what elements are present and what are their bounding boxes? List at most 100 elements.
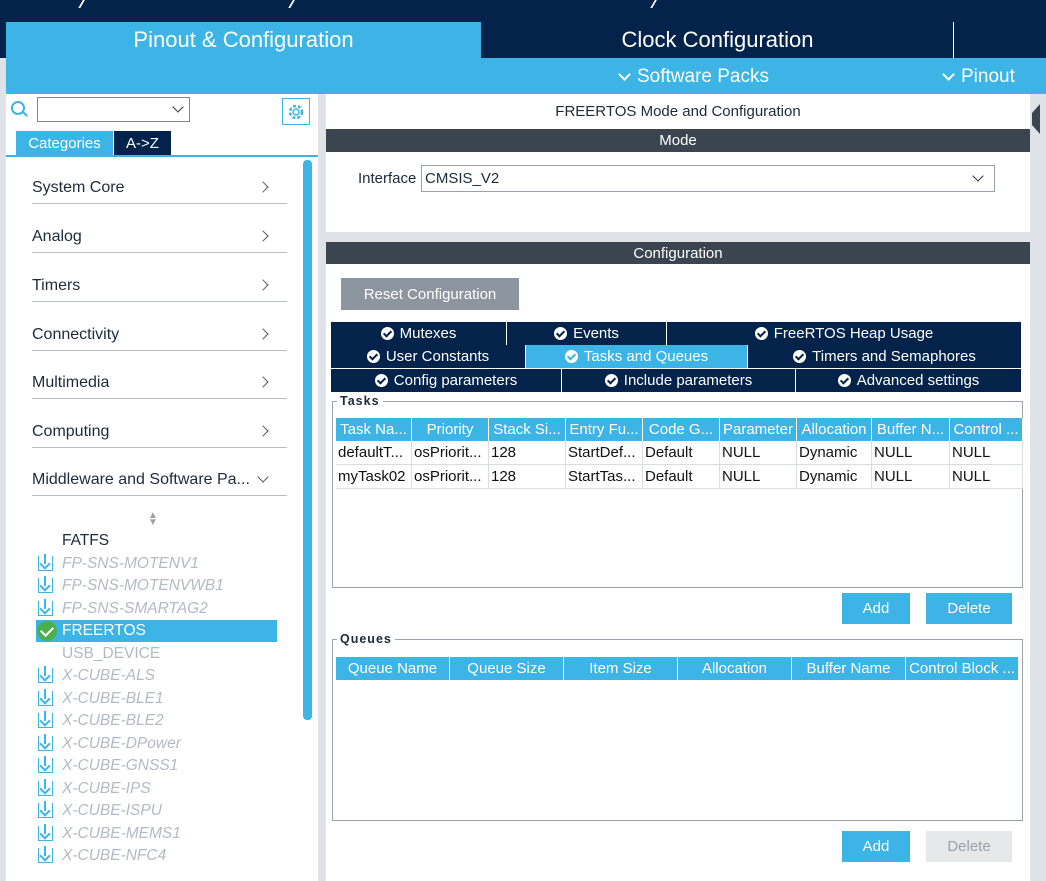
tab-freertos-heap-usage[interactable]: FreeRTOS Heap Usage [667, 322, 1022, 345]
middleware-item[interactable]: X-CUBE-GNSS1 [36, 755, 277, 777]
middleware-item[interactable]: X-CUBE-BLE2 [36, 710, 277, 732]
table-row[interactable]: myTask02 osPriorit... 128 StartTas... De… [336, 465, 1023, 489]
table-cell[interactable]: Dynamic [797, 465, 872, 489]
chevron-right-icon [257, 425, 269, 437]
column-header[interactable]: Queue Size [450, 657, 564, 680]
check-circle-icon [604, 374, 618, 387]
middleware-item[interactable]: X-CUBE-ALS [36, 665, 277, 687]
table-cell[interactable]: StartTas... [566, 465, 643, 489]
middleware-item[interactable]: X-CUBE-NFC4 [36, 845, 277, 867]
table-cell[interactable]: defaultT... [336, 441, 412, 465]
tab-overflow[interactable] [955, 22, 1046, 58]
software-packs-menu[interactable]: Software Packs [618, 66, 769, 88]
middleware-item[interactable]: X-CUBE-MEMS1 [36, 823, 277, 845]
category-analog[interactable]: Analog [32, 204, 287, 253]
reset-configuration-button[interactable]: Reset Configuration [341, 278, 519, 310]
column-header[interactable]: Queue Name [336, 657, 450, 680]
category-middleware[interactable]: Middleware and Software Pa... [32, 447, 287, 496]
table-cell[interactable]: osPriorit... [412, 441, 489, 465]
column-header[interactable]: Item Size [564, 657, 678, 680]
collapse-panel-handle[interactable] [1030, 94, 1046, 881]
table-cell[interactable]: Dynamic [797, 441, 872, 465]
column-header[interactable]: Code G... [643, 418, 720, 441]
tab-events[interactable]: Events [507, 322, 667, 345]
tab-include-parameters[interactable]: Include parameters [562, 369, 796, 392]
tab-categories[interactable]: Categories [16, 131, 113, 155]
download-icon [38, 711, 53, 728]
column-header[interactable]: Allocation [797, 418, 872, 441]
tab-timers-and-semaphores[interactable]: Timers and Semaphores [748, 345, 1022, 368]
category-connectivity[interactable]: Connectivity [32, 302, 287, 351]
search-icon[interactable] [11, 101, 25, 115]
middleware-item[interactable]: X-CUBE-BLE1 [36, 688, 277, 710]
table-cell[interactable]: NULL [720, 441, 797, 465]
table-row[interactable]: defaultT... osPriorit... 128 StartDef...… [336, 441, 1023, 465]
tab-config-parameters[interactable]: Config parameters [331, 369, 562, 392]
category-multimedia[interactable]: Multimedia [32, 350, 287, 399]
column-header[interactable]: Parameter [720, 418, 797, 441]
chevron-right-icon [257, 376, 269, 388]
middleware-item[interactable]: FP-SNS-SMARTAG2 [36, 598, 277, 620]
table-cell[interactable]: Default [643, 441, 720, 465]
tab-advanced-settings[interactable]: Advanced settings [796, 369, 1022, 392]
pinout-menu[interactable]: Pinout [942, 66, 1015, 88]
table-cell[interactable]: StartDef... [566, 441, 643, 465]
column-header[interactable]: Priority [412, 418, 489, 441]
add-task-button[interactable]: Add [842, 593, 910, 624]
chevron-down-icon [942, 68, 955, 81]
middleware-item[interactable]: X-CUBE-DPower [36, 733, 277, 755]
tab-tasks-and-queues[interactable]: Tasks and Queues [526, 345, 748, 368]
check-circle-icon [754, 327, 768, 340]
add-queue-button[interactable]: Add [842, 831, 910, 862]
tab-mutexes[interactable]: Mutexes [331, 322, 507, 345]
table-cell[interactable]: myTask02 [336, 465, 412, 489]
interface-select[interactable]: CMSIS_V2 [421, 165, 995, 192]
chevron-down-icon[interactable] [172, 101, 184, 113]
sort-icon[interactable]: ▲ ▼ [148, 511, 158, 528]
middleware-item-usb-device[interactable]: USB_DEVICE [36, 643, 277, 665]
sidebar-scrollbar[interactable] [303, 160, 312, 720]
column-header[interactable]: Task Na... [336, 418, 412, 441]
table-cell[interactable]: NULL [950, 465, 1023, 489]
check-circle-icon [837, 374, 851, 387]
column-header[interactable]: Control Block ... [906, 657, 1019, 680]
tab-user-constants[interactable]: User Constants [331, 345, 526, 368]
table-cell[interactable]: NULL [950, 441, 1023, 465]
middleware-item[interactable]: X-CUBE-IPS [36, 778, 277, 800]
table-cell[interactable]: NULL [720, 465, 797, 489]
middleware-item[interactable]: FP-SNS-MOTENVWB1 [36, 575, 277, 597]
table-cell[interactable]: 128 [489, 465, 566, 489]
tab-label: User Constants [385, 348, 490, 365]
column-header[interactable]: Stack Si... [489, 418, 566, 441]
category-system-core[interactable]: System Core [32, 155, 287, 204]
table-cell[interactable]: 128 [489, 441, 566, 465]
delete-task-button[interactable]: Delete [926, 593, 1012, 624]
search-input[interactable] [37, 97, 190, 122]
column-header[interactable]: Entry Fu... [566, 418, 643, 441]
pinout-label: Pinout [961, 66, 1015, 87]
category-timers[interactable]: Timers [32, 253, 287, 302]
category-computing[interactable]: Computing [32, 399, 287, 448]
middleware-label: X-CUBE-MEMS1 [62, 825, 181, 842]
middleware-item-fatfs[interactable]: FATFS [36, 530, 277, 552]
column-header[interactable]: Buffer Name [792, 657, 906, 680]
tab-label: Config parameters [393, 372, 518, 389]
tab-pinout-configuration[interactable]: Pinout & Configuration [6, 22, 481, 58]
middleware-item[interactable]: X-CUBE-ISPU [36, 800, 277, 822]
table-cell[interactable]: osPriorit... [412, 465, 489, 489]
table-cell[interactable]: Default [643, 465, 720, 489]
check-circle-icon [564, 350, 578, 363]
sub-menu-bar: Software Packs Pinout [6, 58, 1046, 94]
middleware-item[interactable]: FP-SNS-MOTENV1 [36, 553, 277, 575]
middleware-item-freertos[interactable]: FREERTOS [36, 620, 277, 642]
column-header[interactable]: Control ... [950, 418, 1023, 441]
tab-clock-configuration[interactable]: Clock Configuration [482, 22, 954, 58]
tab-a-to-z[interactable]: A->Z [114, 131, 171, 155]
column-header[interactable]: Buffer N... [872, 418, 950, 441]
middleware-label: FP-SNS-MOTENV1 [62, 555, 199, 572]
table-cell[interactable]: NULL [872, 465, 950, 489]
settings-gear-button[interactable] [282, 98, 310, 125]
table-cell[interactable]: NULL [872, 441, 950, 465]
queues-legend: Queues [340, 632, 392, 646]
column-header[interactable]: Allocation [678, 657, 792, 680]
